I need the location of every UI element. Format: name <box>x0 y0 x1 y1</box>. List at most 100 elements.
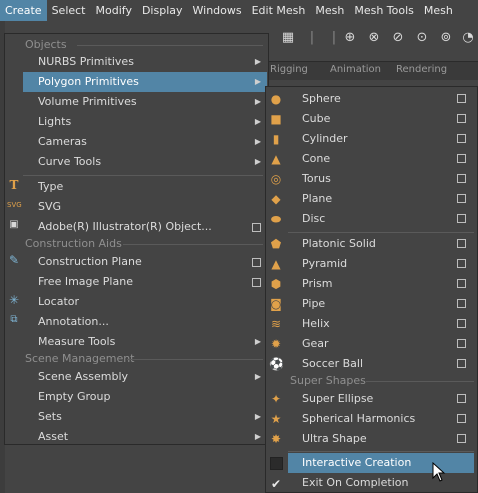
snap-live-icon[interactable]: ⊚ <box>438 30 454 46</box>
menu-item-free-image-plane[interactable]: Free Image Plane <box>23 272 267 292</box>
tab-animation[interactable]: Animation <box>330 64 381 75</box>
option-box-disc[interactable] <box>457 214 466 223</box>
menu-item-cone[interactable]: Cone <box>288 149 474 169</box>
ultra-shape-icon: ✸ <box>270 432 282 446</box>
snap-view-icon[interactable]: ⊘ <box>390 30 406 46</box>
menu-item-illustrator-object[interactable]: Adobe(R) Illustrator(R) Object... <box>23 217 267 237</box>
menu-item-pipe[interactable]: Pipe <box>288 294 474 314</box>
option-box-ultra-shape[interactable] <box>457 434 466 443</box>
mouse-cursor-icon <box>432 462 446 482</box>
option-box-construction-plane[interactable] <box>252 258 261 267</box>
torus-icon: ◎ <box>270 172 282 186</box>
option-box-cone[interactable] <box>457 154 466 163</box>
menu-item-volume-primitives[interactable]: Volume Primitives ▶ <box>23 92 267 112</box>
option-box-pipe[interactable] <box>457 299 466 308</box>
menu-item-asset[interactable]: Asset ▶ <box>23 427 267 447</box>
submenu-arrow-icon: ▶ <box>254 57 261 66</box>
section-construction-aids: Construction Aids <box>25 237 122 250</box>
option-box-illustrator[interactable] <box>252 223 261 232</box>
tab-rendering[interactable]: Rendering <box>396 64 447 75</box>
snap-curve-icon[interactable]: ⊕ <box>342 30 358 46</box>
interactive-creation-checkbox-icon[interactable] <box>270 457 283 470</box>
menu-item-pyramid[interactable]: Pyramid <box>288 254 474 274</box>
menu-item-nurbs-primitives[interactable]: NURBS Primitives ▶ <box>23 52 267 72</box>
submenu-arrow-icon: ▶ <box>254 372 261 381</box>
menu-item-empty-group[interactable]: Empty Group <box>23 387 267 407</box>
option-box-soccer-ball[interactable] <box>457 359 466 368</box>
option-box-helix[interactable] <box>457 319 466 328</box>
menu-select[interactable]: Select <box>47 0 91 21</box>
divider <box>366 381 474 382</box>
menu-mesh-tools[interactable]: Mesh Tools <box>349 0 419 21</box>
menu-display[interactable]: Display <box>137 0 188 21</box>
helix-icon: ≋ <box>270 317 282 331</box>
divider <box>123 244 263 245</box>
option-box-free-image-plane[interactable] <box>252 278 261 287</box>
menu-item-torus[interactable]: Torus <box>288 169 474 189</box>
menu-item-curve-tools[interactable]: Curve Tools ▶ <box>23 152 267 172</box>
menu-mesh-display[interactable]: Mesh <box>419 0 458 21</box>
illustrator-icon: ▣ <box>9 219 19 230</box>
cylinder-icon: ▮ <box>272 132 280 146</box>
section-scene-management: Scene Management <box>25 352 135 365</box>
menu-item-measure-tools[interactable]: Measure Tools ▶ <box>23 332 267 352</box>
menu-item-lights[interactable]: Lights ▶ <box>23 112 267 132</box>
menu-item-plane[interactable]: Plane <box>288 189 474 209</box>
option-box-prism[interactable] <box>457 279 466 288</box>
menu-item-sphere[interactable]: Sphere <box>288 89 474 109</box>
type-icon: T <box>9 178 19 192</box>
menu-item-platonic-solid[interactable]: Platonic Solid <box>288 234 474 254</box>
tab-rigging[interactable]: Rigging <box>270 64 308 75</box>
option-box-platonic-solid[interactable] <box>457 239 466 248</box>
menu-item-disc[interactable]: Disc <box>288 209 474 229</box>
menu-item-svg[interactable]: SVG <box>23 197 267 217</box>
menu-item-ultra-shape[interactable]: Ultra Shape <box>288 429 474 449</box>
option-box-cube[interactable] <box>457 114 466 123</box>
menu-item-super-ellipse[interactable]: Super Ellipse <box>288 389 474 409</box>
snap-surface-icon[interactable]: ⊙ <box>414 30 430 46</box>
menu-item-sets[interactable]: Sets ▶ <box>23 407 267 427</box>
menu-create[interactable]: Create <box>0 0 47 21</box>
option-box-spherical-harmonics[interactable] <box>457 414 466 423</box>
menu-item-soccer-ball[interactable]: Soccer Ball <box>288 354 474 374</box>
submenu-arrow-icon: ▶ <box>254 157 261 166</box>
menu-item-exit-on-completion[interactable]: Exit On Completion <box>288 473 474 493</box>
option-box-sphere[interactable] <box>457 94 466 103</box>
option-box-pyramid[interactable] <box>457 259 466 268</box>
submenu-arrow-icon: ▶ <box>254 337 261 346</box>
option-box-super-ellipse[interactable] <box>457 394 466 403</box>
menu-windows[interactable]: Windows <box>188 0 247 21</box>
menu-item-polygon-primitives[interactable]: Polygon Primitives ▶ <box>23 72 267 92</box>
option-box-gear[interactable] <box>457 339 466 348</box>
section-objects: Objects <box>25 38 67 51</box>
menu-item-gear[interactable]: Gear <box>288 334 474 354</box>
menu-edit-mesh[interactable]: Edit Mesh <box>247 0 311 21</box>
menu-item-type[interactable]: Type <box>23 177 267 197</box>
menu-item-annotation[interactable]: Annotation... <box>23 312 267 332</box>
menu-item-construction-plane[interactable]: Construction Plane <box>23 252 267 272</box>
sphere-icon: ● <box>270 92 282 106</box>
super-ellipse-icon: ✦ <box>270 392 282 406</box>
menu-item-spherical-harmonics[interactable]: Spherical Harmonics <box>288 409 474 429</box>
grid-snap-icon[interactable]: ▦ <box>280 30 296 46</box>
snap-point-icon[interactable]: ⊗ <box>366 30 382 46</box>
cone-icon: ▲ <box>271 152 281 166</box>
menu-item-helix[interactable]: Helix <box>288 314 474 334</box>
submenu-arrow-icon: ▶ <box>254 412 261 421</box>
option-box-plane[interactable] <box>457 194 466 203</box>
menu-item-locator[interactable]: Locator <box>23 292 267 312</box>
menu-modify[interactable]: Modify <box>91 0 137 21</box>
menu-item-cube[interactable]: Cube <box>288 109 474 129</box>
menu-item-interactive-creation[interactable]: Interactive Creation <box>288 453 474 473</box>
checkmark-icon[interactable]: ✔ <box>269 477 283 491</box>
menu-item-cylinder[interactable]: Cylinder <box>288 129 474 149</box>
menu-item-prism[interactable]: Prism <box>288 274 474 294</box>
snap-magnet-icon[interactable]: ◔ <box>460 30 476 46</box>
menu-item-scene-assembly[interactable]: Scene Assembly ▶ <box>23 367 267 387</box>
menu-item-cameras[interactable]: Cameras ▶ <box>23 132 267 152</box>
menu-mesh[interactable]: Mesh <box>310 0 349 21</box>
option-box-torus[interactable] <box>457 174 466 183</box>
construction-plane-icon: ✎ <box>8 253 20 267</box>
submenu-arrow-icon: ▶ <box>254 117 261 126</box>
option-box-cylinder[interactable] <box>457 134 466 143</box>
